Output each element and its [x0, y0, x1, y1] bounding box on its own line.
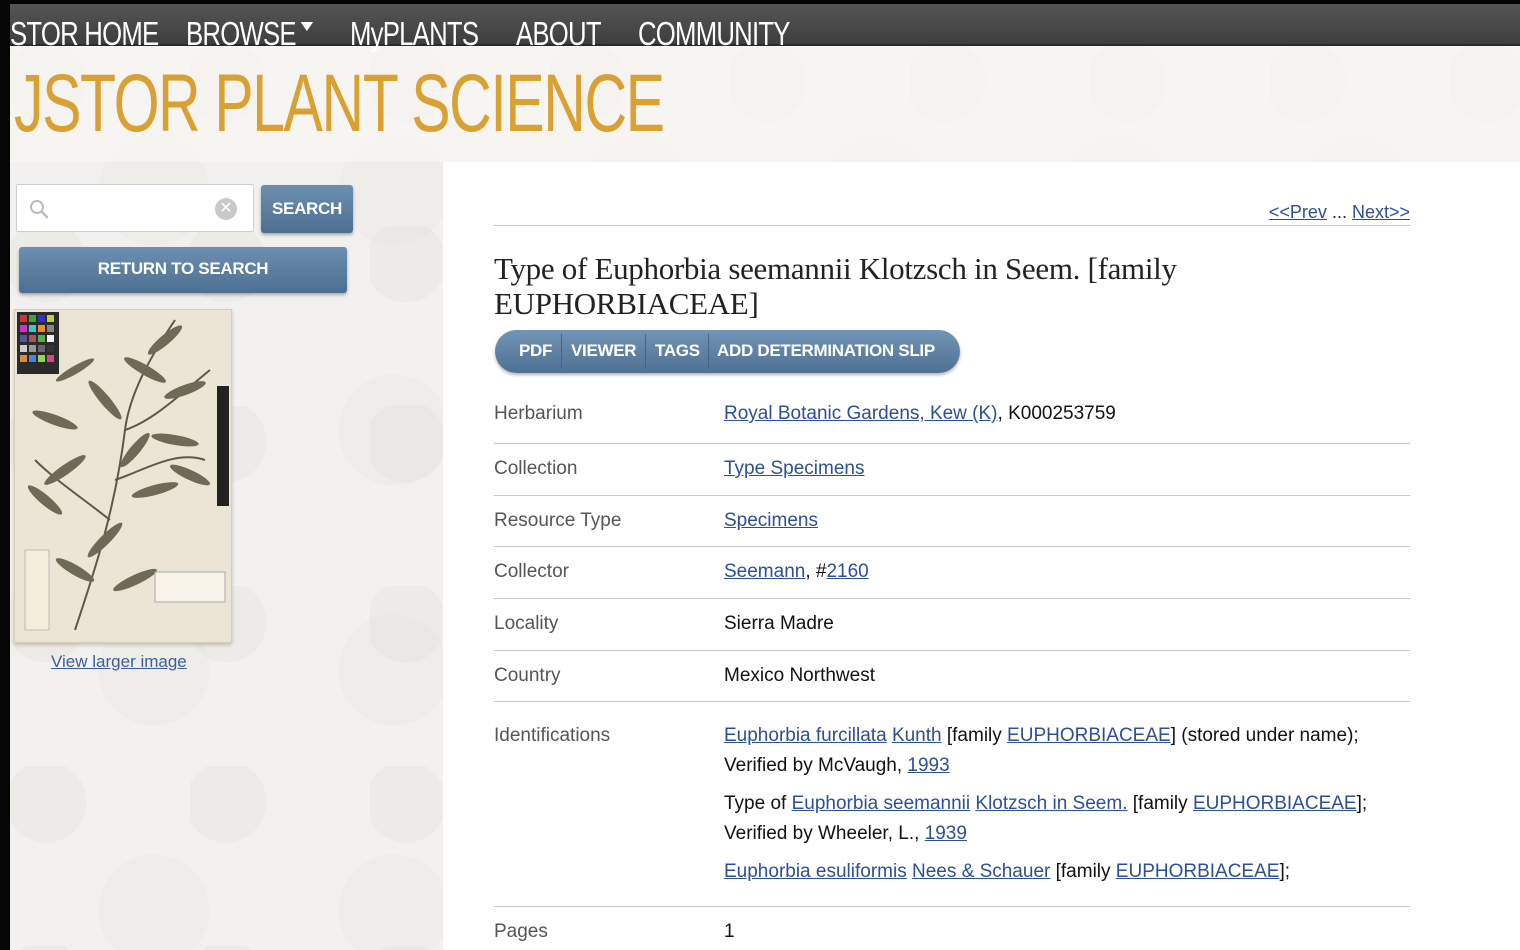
search-icon — [30, 200, 49, 219]
year-link[interactable]: 1993 — [907, 755, 949, 776]
left-edge — [0, 0, 10, 950]
site-title[interactable]: JSTOR PLANT SCIENCE — [14, 62, 665, 146]
family-link[interactable]: EUPHORBIACEAE — [1193, 793, 1357, 814]
divider — [494, 546, 1410, 547]
identification-note: ]; — [1356, 793, 1368, 814]
family-prefix: [family — [941, 725, 1008, 746]
nav-about[interactable]: ABOUT — [516, 14, 602, 54]
collection-label: Collection — [494, 458, 578, 479]
identification-2: Type of Euphorbia seemannii Klotzsch in … — [724, 793, 1367, 815]
divider — [494, 701, 1410, 702]
author-link[interactable]: Kunth — [892, 725, 942, 746]
collector-number-prefix: , # — [805, 561, 827, 582]
viewer-button[interactable]: VIEWER — [571, 330, 637, 373]
search-button[interactable]: SEARCH — [261, 185, 353, 233]
pages-value: 1 — [724, 921, 735, 942]
verified-by: Verified by Wheeler, L., — [724, 823, 925, 844]
page-frame: STOR HOME BROWSE MyPLANTS ABOUT COMMUNIT… — [0, 0, 1520, 950]
country-label: Country — [494, 665, 561, 686]
divider — [708, 334, 709, 369]
year-link[interactable]: 1939 — [925, 823, 967, 844]
nav-myplants[interactable]: MyPLANTS — [350, 14, 479, 54]
divider — [494, 906, 1410, 907]
family-link[interactable]: EUPHORBIACEAE — [1007, 725, 1171, 746]
top-edge — [0, 0, 1520, 4]
identifications-label: Identifications — [494, 725, 611, 746]
chevron-down-icon — [300, 22, 313, 31]
herbarium-barcode: , K000253759 — [997, 403, 1116, 424]
verification-1: Verified by McVaugh, 1993 — [724, 755, 950, 777]
color-chart-icon — [17, 312, 59, 374]
locality-label: Locality — [494, 613, 559, 634]
resource-type-value: Specimens — [724, 510, 818, 532]
herbarium-value: Royal Botanic Gardens, Kew (K), K0002537… — [724, 403, 1116, 425]
divider — [494, 443, 1410, 444]
author-link[interactable]: Klotzsch in Seem. — [975, 793, 1127, 814]
record-title-line-1: Type of Euphorbia seemannii Klotzsch in … — [494, 251, 1177, 286]
next-link[interactable]: Next>> — [1352, 202, 1410, 222]
herbarium-link[interactable]: Royal Botanic Gardens, Kew (K) — [724, 403, 998, 424]
verified-by: Verified by McVaugh, — [724, 755, 908, 776]
identification-1: Euphorbia furcillata Kunth [family EUPHO… — [724, 725, 1359, 747]
taxon-link[interactable]: Euphorbia furcillata — [724, 725, 887, 746]
family-link[interactable]: EUPHORBIACEAE — [1116, 861, 1280, 882]
nav-community[interactable]: COMMUNITY — [638, 14, 790, 54]
divider — [494, 598, 1410, 599]
family-prefix: [family — [1050, 861, 1116, 882]
nav-browse-label: BROWSE — [186, 15, 297, 52]
resource-type-label: Resource Type — [494, 510, 622, 531]
top-navbar: STOR HOME BROWSE MyPLANTS ABOUT COMMUNIT… — [0, 4, 1520, 52]
tags-button[interactable]: TAGS — [655, 330, 700, 373]
action-bar: PDF VIEWER TAGS ADD DETERMINATION SLIP — [495, 330, 960, 373]
locality-value: Sierra Madre — [724, 613, 834, 634]
identification-note: ]; — [1279, 861, 1291, 882]
author-link[interactable]: Nees & Schauer — [912, 861, 1050, 882]
identification-note: ] (stored under name); — [1170, 725, 1359, 746]
add-determination-slip-button[interactable]: ADD DETERMINATION SLIP — [717, 330, 935, 373]
herbarium-label: Herbarium — [494, 403, 583, 424]
collector-number-link[interactable]: 2160 — [826, 561, 868, 582]
prev-link[interactable]: <<Prev — [1269, 202, 1327, 222]
return-to-search-button[interactable]: RETURN TO SEARCH — [19, 247, 347, 293]
record-title-line-2: EUPHORBIACEAE] — [494, 286, 759, 321]
taxon-link[interactable]: Euphorbia seemannii — [792, 793, 971, 814]
type-of-prefix: Type of — [724, 793, 792, 814]
divider — [494, 225, 1410, 226]
collection-link[interactable]: Type Specimens — [724, 458, 864, 479]
collector-link[interactable]: Seemann — [724, 561, 805, 582]
record-title: Type of Euphorbia seemannii Klotzsch in … — [494, 251, 1374, 321]
identification-3: Euphorbia esuliformis Nees & Schauer [fa… — [724, 861, 1290, 883]
divider — [645, 334, 646, 369]
divider — [561, 334, 562, 369]
collector-value: Seemann, #2160 — [724, 561, 869, 583]
country-value: Mexico Northwest — [724, 665, 875, 686]
search-box: ✕ — [16, 184, 254, 232]
taxon-link[interactable]: Euphorbia esuliformis — [724, 861, 907, 882]
pager-separator: ... — [1326, 202, 1352, 222]
resource-type-link[interactable]: Specimens — [724, 510, 818, 531]
clear-icon[interactable]: ✕ — [215, 198, 237, 220]
pdf-button[interactable]: PDF — [519, 330, 552, 373]
divider — [494, 650, 1410, 651]
divider — [494, 495, 1410, 496]
view-larger-image-link[interactable]: View larger image — [51, 652, 187, 672]
verification-2: Verified by Wheeler, L., 1939 — [724, 823, 967, 845]
search-input[interactable] — [57, 193, 217, 223]
pager: <<Prev ... Next>> — [1269, 202, 1410, 223]
specimen-thumbnail[interactable] — [14, 309, 232, 643]
collection-value: Type Specimens — [724, 458, 864, 480]
nav-browse[interactable]: BROWSE — [186, 14, 313, 54]
pages-label: Pages — [494, 921, 548, 942]
nav-jstor-home[interactable]: STOR HOME — [10, 14, 159, 54]
specimen-image — [15, 310, 231, 642]
collector-label: Collector — [494, 561, 569, 582]
family-prefix: [family — [1127, 793, 1193, 814]
